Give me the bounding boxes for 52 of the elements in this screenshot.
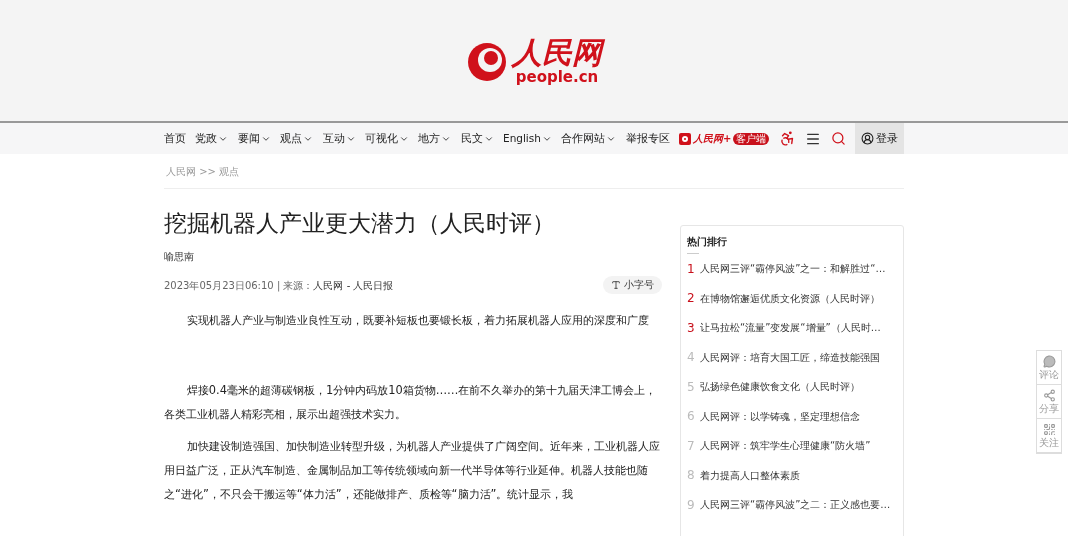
article-title: 挖掘机器人产业更大潜力（人民时评） (164, 209, 556, 238)
source-link[interactable]: 人民网 - 人民日报 (313, 277, 394, 293)
search-icon[interactable] (830, 131, 846, 146)
user-icon (860, 132, 874, 145)
nav-link[interactable]: 地方 (418, 130, 452, 147)
hot-list-item[interactable]: 3 让马拉松“流量”变发展“增量”（人民时… (687, 313, 897, 343)
article-paragraph: 焊接0.4毫米的超薄碳钢板，1分钟内码放10箱货物……在前不久举办的第十九届天津工博会上，各类工业机器人精彩亮相，展示出超强技术实力。 (164, 382, 658, 424)
breadcrumb: 人民网 >> 观点 (165, 164, 241, 179)
nav-link[interactable]: 观点 (280, 130, 314, 147)
app-swirl-icon (679, 132, 692, 145)
nav-link[interactable]: 举报专区 (625, 130, 670, 147)
nav-link[interactable]: 党政 (195, 130, 229, 147)
share-icon (1042, 389, 1056, 402)
rank-number: 7 (687, 437, 695, 455)
rank-number: 3 (687, 319, 695, 337)
rank-number: 5 (687, 378, 695, 396)
app-badge: 客户端 (733, 132, 770, 145)
hot-list-item[interactable]: 6 人民网评：以学铸魂，坚定理想信念 (687, 401, 897, 431)
hot-list-item[interactable]: 7 人民网评：筑牢学生心理健康“防火墙” (687, 431, 897, 461)
hot-list-item[interactable]: 1 人民网三评“霸停风波”之一：和解胜过“… (687, 254, 897, 284)
qr-code-icon (1042, 423, 1056, 436)
nav-link[interactable]: 民文 (460, 130, 494, 147)
login-button[interactable]: 登录 (854, 123, 904, 154)
speech-bubble-icon (1042, 355, 1056, 368)
logo-domain: people.cn (515, 70, 599, 85)
rank-number: 8 (687, 467, 695, 485)
app-name: 人民网+ (693, 132, 732, 146)
author-name: 喻思南 (164, 250, 195, 264)
hot-list-item[interactable]: 5 弘扬绿色健康饮食文化（人民时评） (687, 372, 897, 402)
hot-list-item[interactable]: 2 在博物馆邂逅优质文化资源（人民时评） (687, 283, 897, 313)
nav-link[interactable]: English (503, 130, 552, 147)
rank-number: 1 (687, 260, 695, 278)
accessibility-icon[interactable] (778, 130, 796, 147)
nav-link[interactable]: 互动 (322, 130, 356, 147)
app-logo-link[interactable]: 人民网+ 客户端 (679, 131, 770, 146)
nav-link[interactable]: 可视化 (364, 130, 409, 147)
nav-link[interactable]: 首页 (164, 130, 186, 147)
hot-list-item[interactable]: 9 人民网三评“霸停风波”之二：正义感也要… (687, 490, 897, 520)
publish-meta: 2023年05月23日06:10 | 来源： (164, 278, 314, 293)
nav-link[interactable]: 要闻 (237, 130, 271, 147)
rank-number: 4 (687, 349, 695, 367)
font-size-icon (611, 280, 621, 291)
nav-link[interactable]: 合作网站 (561, 130, 617, 147)
hot-list-item[interactable]: 4 人民网评：培育大国工匠，缔造技能强国 (687, 342, 897, 372)
rank-number: 9 (687, 496, 695, 514)
panel-title: 热门排行 (687, 235, 728, 249)
font-size-button[interactable]: 小字号 (603, 276, 662, 295)
hot-list-item[interactable]: 8 着力提高人口整体素质 (687, 460, 897, 490)
article-paragraph: 实现机器人产业与制造业良性互动，既要补短板也要锻长板，着力拓展机器人应用的深度和广度 (185, 312, 650, 330)
article-paragraph: 加快建设制造强国、加快制造业转型升级，为机器人产业提供了广阔空间。近年来，工业机器人应用日益广泛，正从汽车制造、金属制品加工等传统领域向新一代半导体等行业延伸。机器人技能也随之“进化”，不只会干搬运等“体力活”，还能做排产、质检等“脑力活”。统计显示，我 (164, 438, 661, 504)
rank-number: 6 (687, 408, 695, 426)
rank-number: 2 (687, 290, 695, 308)
